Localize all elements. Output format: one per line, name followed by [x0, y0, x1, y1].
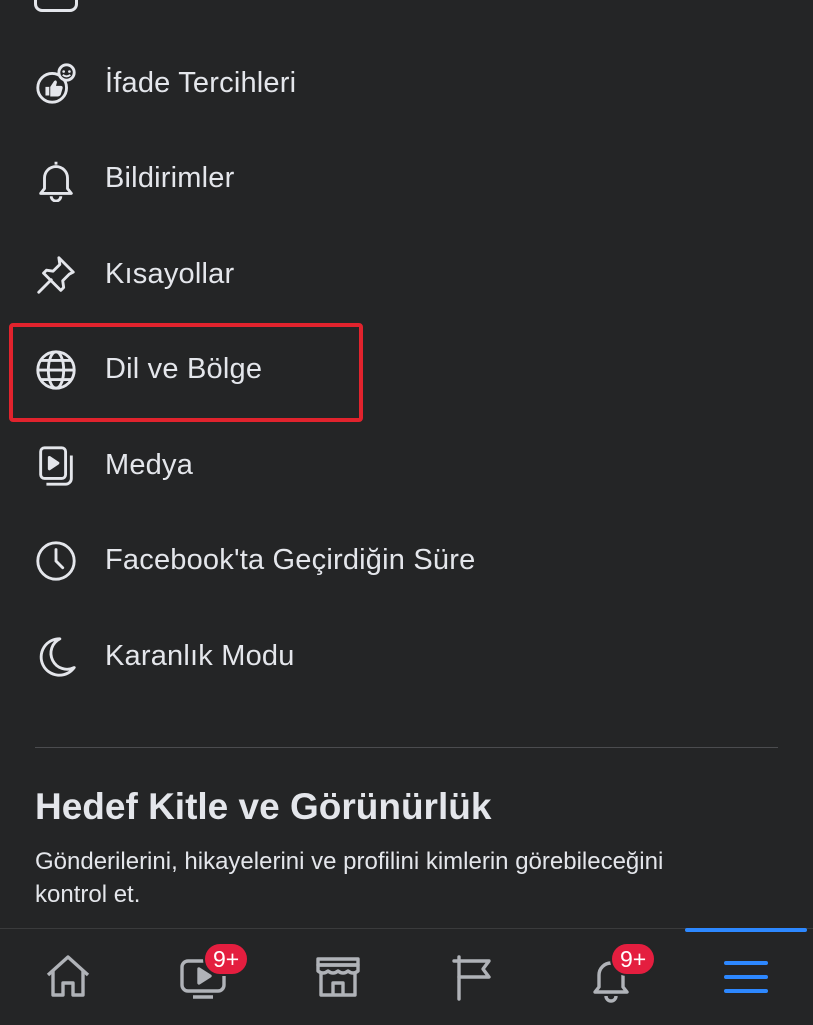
- pin-icon: [32, 251, 80, 299]
- tab-menu[interactable]: [678, 929, 813, 1025]
- menu-item-dark-mode[interactable]: Karanlık Modu: [0, 609, 813, 704]
- watch-badge: 9+: [203, 942, 250, 976]
- bell-icon: [32, 155, 80, 203]
- bottom-tab-bar: 9+ 9+: [0, 928, 813, 1025]
- menu-item-media[interactable]: Medya: [0, 418, 813, 513]
- section-divider: [35, 747, 778, 748]
- flag-icon: [451, 955, 491, 1001]
- menu-item-label: Karanlık Modu: [105, 640, 295, 672]
- moon-icon: [32, 633, 80, 681]
- section-description: Gönderilerini, hikayelerini ve profilini…: [35, 848, 664, 908]
- tab-pages[interactable]: [407, 929, 542, 1025]
- home-icon: [46, 955, 89, 997]
- menu-item-label: Kısayollar: [105, 258, 235, 290]
- menu-item-label: İfade Tercihleri: [105, 67, 297, 99]
- menu-item-reaction-preferences[interactable]: İfade Tercihleri: [0, 36, 813, 131]
- tab-marketplace[interactable]: [270, 929, 405, 1025]
- menu-item-label: Bildirimler: [105, 162, 235, 194]
- tab-notifications[interactable]: 9+: [543, 929, 678, 1025]
- menu-item-shortcuts[interactable]: Kısayollar: [0, 227, 813, 322]
- media-icon: [32, 442, 80, 490]
- globe-icon: [32, 346, 80, 394]
- tab-watch[interactable]: 9+: [135, 929, 270, 1025]
- menu-item-language-and-region[interactable]: Dil ve Bölge: [0, 322, 813, 417]
- partial-item-icon: [34, 0, 78, 12]
- menu-item-notifications[interactable]: Bildirimler: [0, 131, 813, 226]
- menu-item-label: Medya: [105, 449, 194, 481]
- notifications-badge: 9+: [610, 942, 657, 976]
- hamburger-menu-icon: [723, 961, 768, 993]
- tab-home[interactable]: [0, 929, 135, 1025]
- store-icon: [315, 957, 360, 997]
- clock-icon: [32, 537, 80, 585]
- section-title: Hedef Kitle ve Görünürlük: [35, 786, 492, 827]
- menu-item-time-on-facebook[interactable]: Facebook'ta Geçirdiğin Süre: [0, 513, 813, 608]
- menu-item-label: Dil ve Bölge: [105, 353, 263, 385]
- reactions-icon: [32, 60, 80, 108]
- menu-item-label: Facebook'ta Geçirdiğin Süre: [105, 544, 476, 576]
